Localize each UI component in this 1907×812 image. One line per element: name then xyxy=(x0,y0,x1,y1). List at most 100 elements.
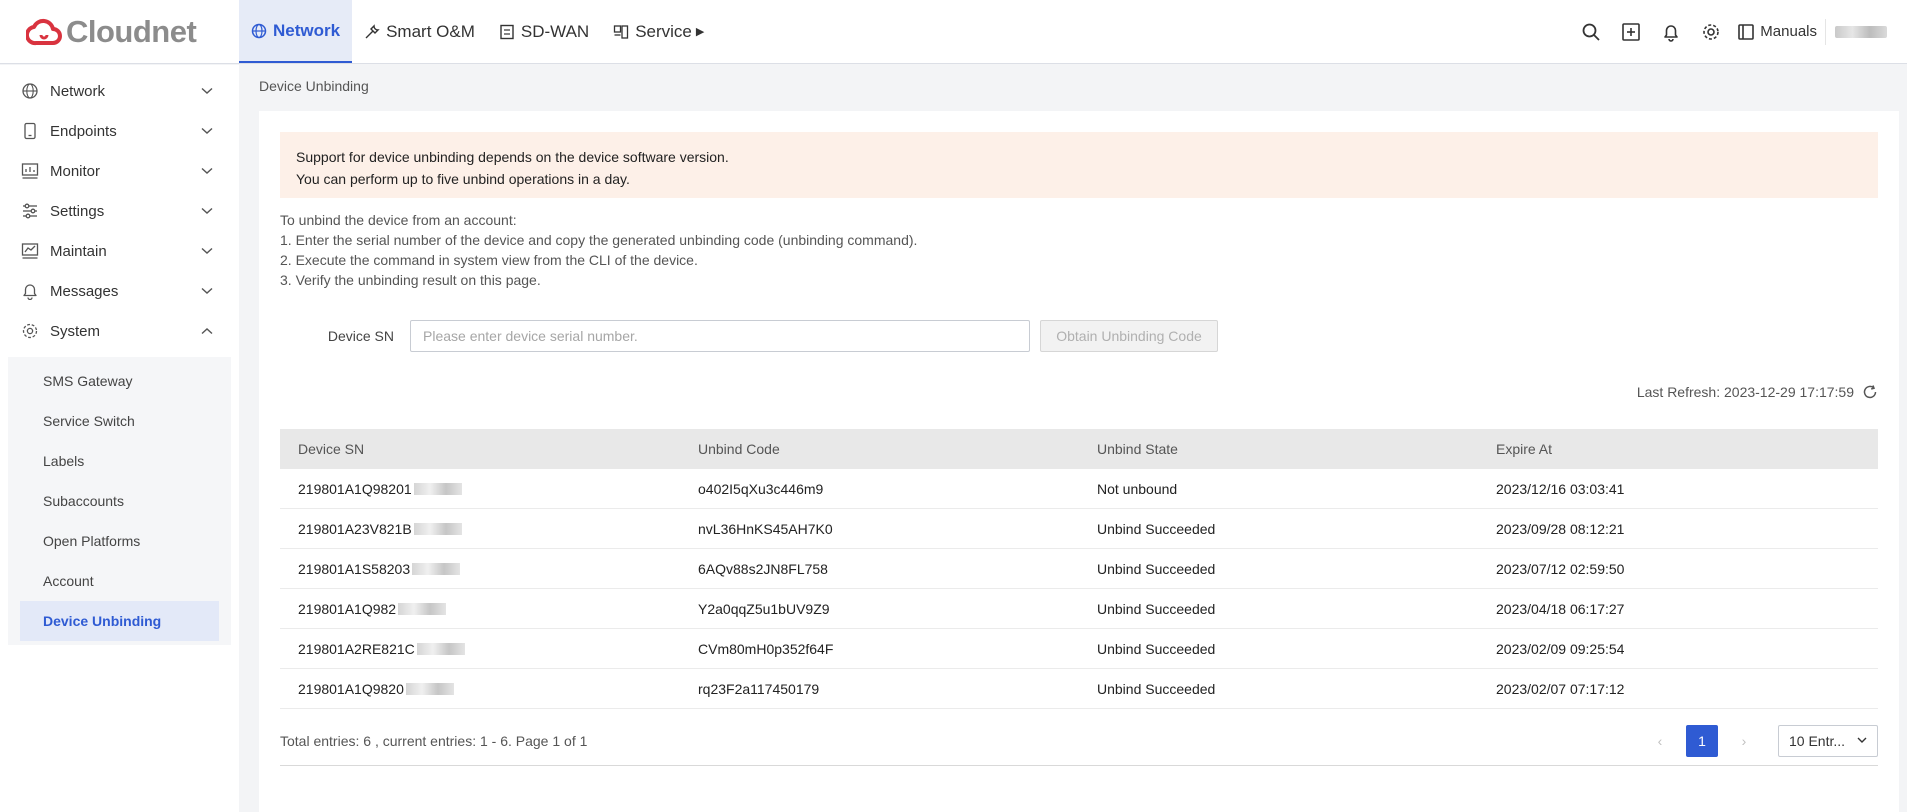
brand-logo[interactable]: Cloudnet xyxy=(0,0,239,63)
sidebar-item-settings[interactable]: Settings xyxy=(0,191,239,231)
chevron-down-icon xyxy=(201,167,213,174)
sidebar-item-label: Network xyxy=(50,82,106,100)
column-header: Unbind State xyxy=(1097,441,1178,457)
cloud-logo-icon xyxy=(26,18,62,45)
cell-expire-at: 2023/09/28 08:12:21 xyxy=(1496,520,1625,537)
sidebar-subitem-subaccounts[interactable]: Subaccounts xyxy=(20,481,219,521)
topnav-service-label: Service xyxy=(635,21,692,41)
page-size-select[interactable]: 10 Entr... xyxy=(1778,724,1878,757)
redacted-block xyxy=(412,562,461,575)
column-header: Device SN xyxy=(298,441,365,457)
topnav-sd-wan[interactable]: SD-WAN xyxy=(487,0,601,63)
notice-line: You can perform up to five unbind operat… xyxy=(296,171,630,187)
sidebar-item-messages[interactable]: Messages xyxy=(0,271,239,311)
cell-unbind-code: CVm80mH0p352f64F xyxy=(698,640,834,657)
wrench-icon xyxy=(365,23,380,38)
cell-unbind-code: rq23F2a117450179 xyxy=(698,680,820,697)
chevron-down-icon xyxy=(1857,737,1867,743)
table-row: 219801A1S58203 6AQv88s2JN8FL758 Unbind S… xyxy=(280,549,1878,589)
next-page-button[interactable]: › xyxy=(1728,725,1760,757)
redacted-block xyxy=(413,522,462,535)
chevron-down-icon xyxy=(201,287,213,294)
sidebar-item-network[interactable]: Network xyxy=(0,71,239,111)
instruction-step: 1. Enter the serial number of the device… xyxy=(280,232,918,248)
sidebar-subitem-sms-gateway[interactable]: SMS Gateway xyxy=(20,361,219,401)
sidebar-subitem-service-switch[interactable]: Service Switch xyxy=(20,401,219,441)
cell-device-sn: 219801A1Q982 xyxy=(280,601,680,617)
chevron-down-icon xyxy=(201,247,213,254)
column-header: Unbind Code xyxy=(698,441,780,457)
redacted-block xyxy=(405,682,454,695)
top-toolbar: Manuals xyxy=(1571,0,1907,63)
topnav-service[interactable]: Service ▶ xyxy=(601,0,716,63)
search-button[interactable] xyxy=(1571,12,1611,52)
sidebar-item-label: Monitor xyxy=(50,162,101,180)
unbinding-table: Device SN Unbind Code Unbind State Expir… xyxy=(280,429,1878,709)
table-row: 219801A1Q982 Y2a0qqZ5u1bUV9Z9 Unbind Suc… xyxy=(280,589,1878,629)
refresh-icon[interactable] xyxy=(1862,384,1878,400)
table-row: 219801A2RE821C CVm80mH0p352f64F Unbind S… xyxy=(280,629,1878,669)
sidebar-item-system[interactable]: System xyxy=(0,311,239,351)
caret-right-icon: ▶ xyxy=(695,26,705,38)
sidebar-item-label: Maintain xyxy=(50,242,107,260)
device-sn-text: 219801A1Q9820 xyxy=(298,680,404,697)
cell-unbind-code: 6AQv88s2JN8FL758 xyxy=(698,560,828,577)
instruction-intro: To unbind the device from an account: xyxy=(280,212,517,228)
topnav-smart-om[interactable]: Smart O&M xyxy=(352,0,487,63)
table-row: 219801A1Q98201 o402I5qXu3c446m9 Not unbo… xyxy=(280,469,1878,509)
content-card: Support for device unbinding depends on … xyxy=(259,111,1899,812)
table-row: 219801A23V821B nvL36HnKS45AH7K0 Unbind S… xyxy=(280,509,1878,549)
gear-icon xyxy=(20,321,40,341)
page-number-button[interactable]: 1 xyxy=(1686,724,1718,757)
cell-unbind-state: Unbind Succeeded xyxy=(1097,640,1216,657)
total-entries-text: Total entries: 6 , current entries: 1 - … xyxy=(280,732,588,749)
service-icon xyxy=(614,24,629,39)
maintain-icon xyxy=(20,241,40,261)
last-refresh: Last Refresh: 2023-12-29 17:17:59 xyxy=(1637,384,1878,400)
page-size-value: 10 Entr... xyxy=(1789,732,1846,749)
globe-icon xyxy=(20,81,40,101)
manuals-link[interactable]: Manuals xyxy=(1737,23,1817,41)
cell-device-sn: 219801A1Q9820 xyxy=(280,681,680,697)
search-icon xyxy=(1582,23,1600,41)
topnav-network[interactable]: Network xyxy=(239,0,353,63)
cell-device-sn: 219801A23V821B xyxy=(280,521,680,537)
add-button[interactable] xyxy=(1611,12,1651,52)
sidebar-item-endpoints[interactable]: Endpoints xyxy=(0,111,239,151)
gear-icon xyxy=(1703,23,1720,40)
sidebar-subitem-account[interactable]: Account xyxy=(20,561,219,601)
cell-unbind-state: Unbind Succeeded xyxy=(1097,680,1216,697)
sidebar-subitem-labels[interactable]: Labels xyxy=(20,441,219,481)
user-avatar[interactable] xyxy=(1825,18,1895,45)
notifications-button[interactable] xyxy=(1651,12,1691,52)
cell-unbind-code: Y2a0qqZ5u1bUV9Z9 xyxy=(698,600,830,617)
redacted-block xyxy=(398,602,447,615)
cell-unbind-state: Unbind Succeeded xyxy=(1097,560,1216,577)
sidebar: Network Endpoints Monitor Settings Maint… xyxy=(0,65,239,812)
obtain-unbinding-code-button[interactable]: Obtain Unbinding Code xyxy=(1040,320,1218,352)
device-sn-form: Device SN Obtain Unbinding Code xyxy=(280,320,1218,352)
chevron-down-icon xyxy=(201,87,213,94)
device-sn-input[interactable] xyxy=(410,320,1030,352)
topnav-sd-wan-label: SD-WAN xyxy=(520,21,590,41)
device-sn-text: 219801A1Q982 xyxy=(298,600,397,617)
settings-button[interactable] xyxy=(1691,12,1731,52)
top-nav: Network Smart O&M SD-WAN Service ▶ xyxy=(239,0,716,63)
table-footer: Total entries: 6 , current entries: 1 - … xyxy=(280,716,1878,766)
sidebar-subitem-open-platforms[interactable]: Open Platforms xyxy=(20,521,219,561)
cell-expire-at: 2023/02/07 07:17:12 xyxy=(1496,680,1625,697)
sdwan-icon xyxy=(500,24,514,39)
chevron-down-icon xyxy=(201,207,213,214)
bell-icon xyxy=(20,281,40,301)
prev-page-button[interactable]: ‹ xyxy=(1644,725,1676,757)
sidebar-item-maintain[interactable]: Maintain xyxy=(0,231,239,271)
sidebar-subitem-device-unbinding[interactable]: Device Unbinding xyxy=(20,601,219,641)
sidebar-item-monitor[interactable]: Monitor xyxy=(0,151,239,191)
chevron-left-icon: ‹ xyxy=(1657,732,1663,749)
bell-icon xyxy=(1664,24,1679,42)
notice-line: Support for device unbinding depends on … xyxy=(296,149,729,165)
notice-banner: Support for device unbinding depends on … xyxy=(280,132,1878,198)
redacted-block xyxy=(416,642,465,655)
manuals-label: Manuals xyxy=(1760,23,1817,40)
sidebar-item-label: Endpoints xyxy=(50,122,117,140)
